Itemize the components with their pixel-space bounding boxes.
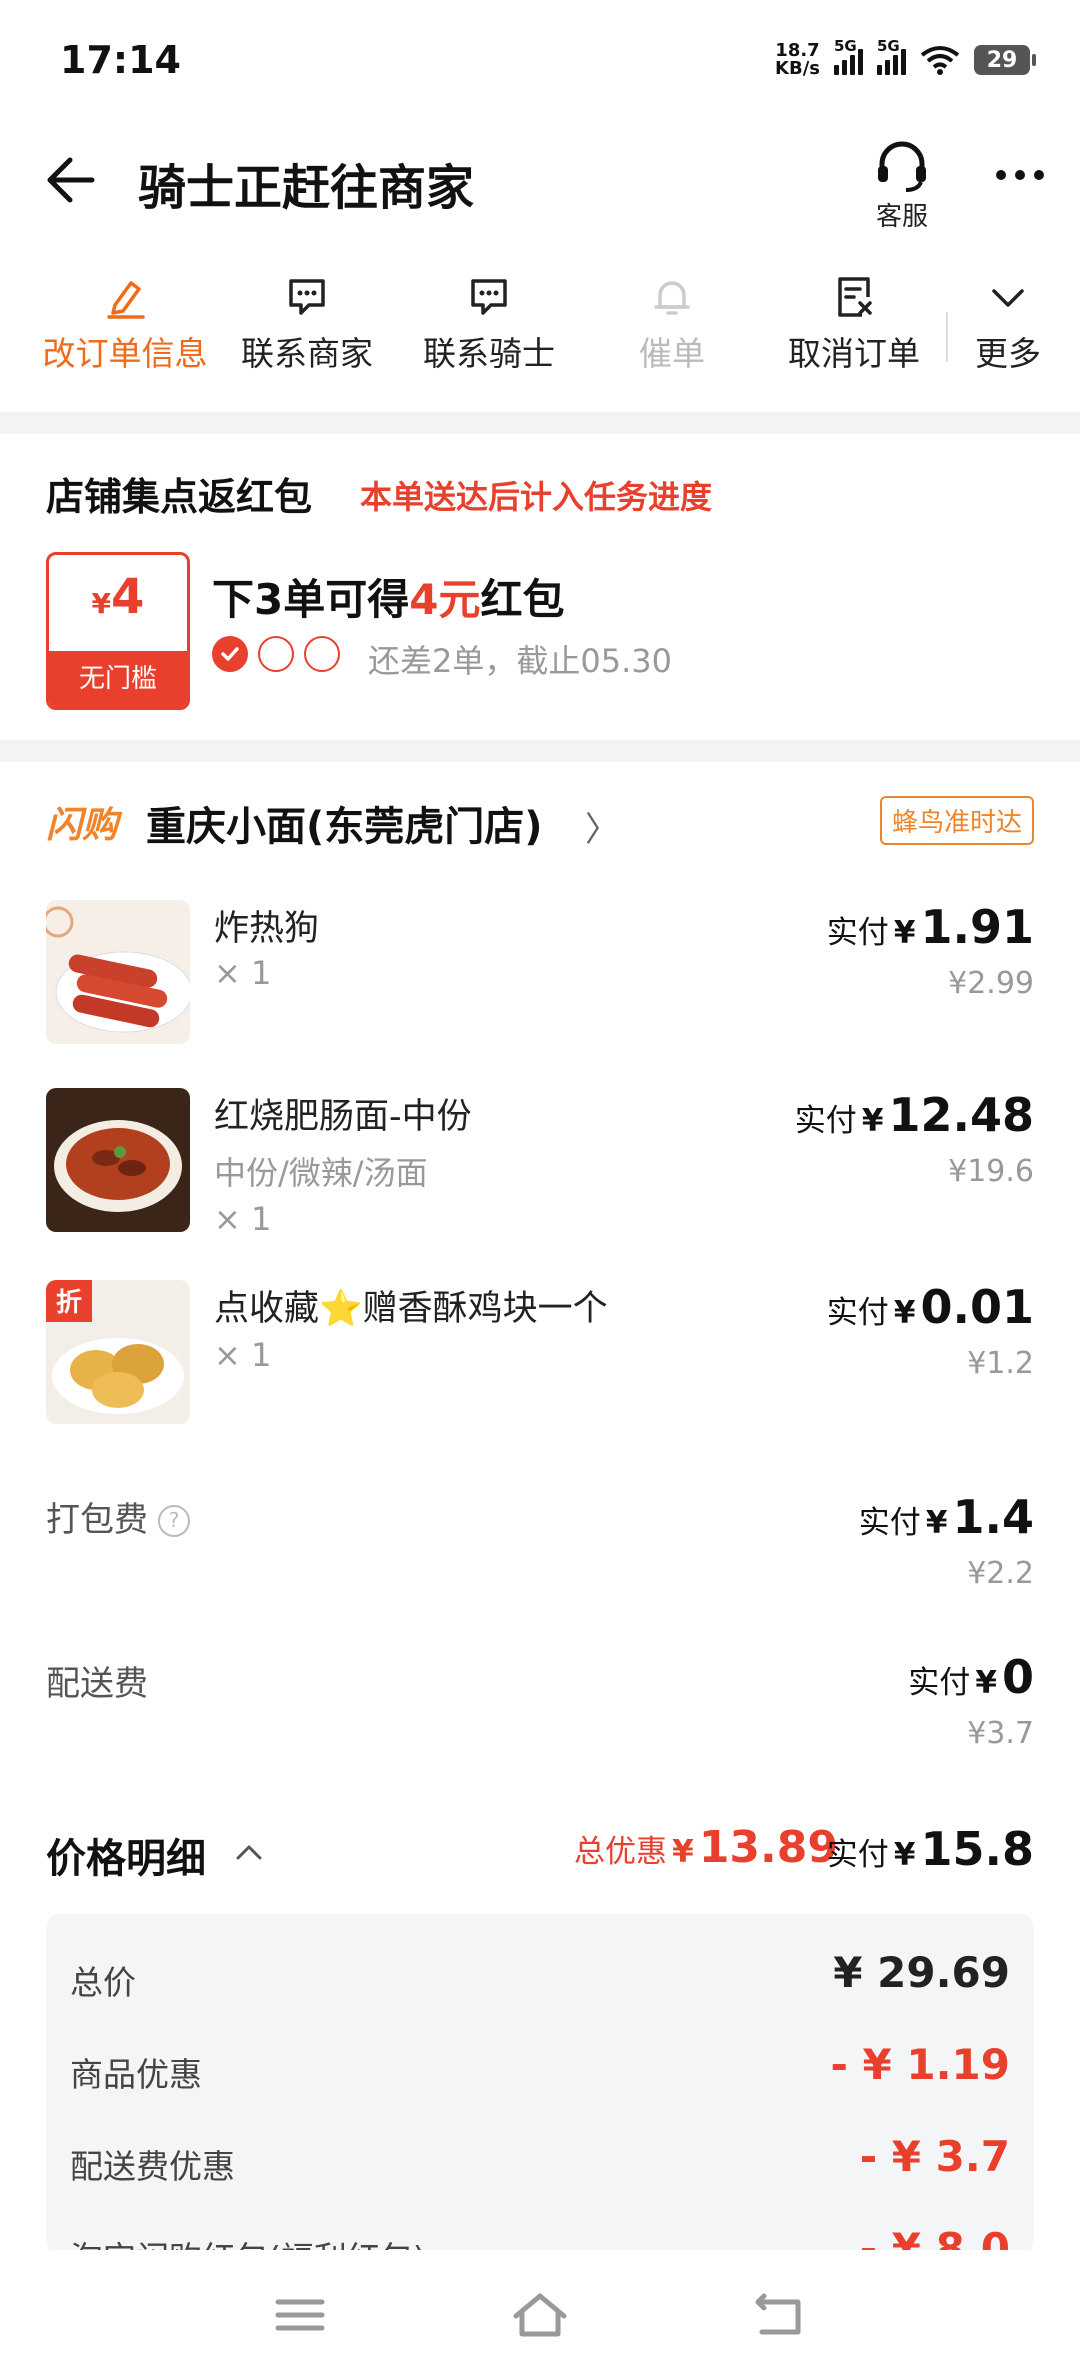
item-spec: 中份/微辣/汤面 bbox=[214, 1154, 428, 1192]
delivery-fee-paid: 实付 ¥ 0 bbox=[908, 1650, 1034, 1704]
price-row-label: 总价 bbox=[70, 1963, 136, 2002]
item-original-price: ¥19.6 bbox=[948, 1154, 1034, 1189]
shop-tag: 闪购 bbox=[46, 805, 119, 846]
status-time: 17:14 bbox=[60, 38, 181, 82]
battery-icon: 29 bbox=[974, 45, 1036, 75]
discount-tag: 折 bbox=[56, 1288, 82, 1318]
progress-done-icon bbox=[212, 636, 248, 672]
signal-icon-2: 5G bbox=[877, 37, 906, 75]
item-name: 点收藏⭐赠香酥鸡块一个 bbox=[214, 1289, 608, 1329]
contact-merchant-button[interactable]: 联系商家 bbox=[217, 275, 397, 375]
packing-fee-label: 打包费? bbox=[46, 1492, 190, 1541]
delivery-fee-original: ¥3.7 bbox=[967, 1716, 1034, 1751]
red-packet-subtitle: 本单送达后计入任务进度 bbox=[360, 478, 713, 516]
packing-fee-paid: 实付 ¥ 1.4 bbox=[858, 1490, 1034, 1544]
item-name: 红烧肥肠面-中份 bbox=[214, 1097, 472, 1137]
price-row-value: - ¥ 3.7 bbox=[859, 2132, 1010, 2181]
total-paid: 实付 ¥ 15.8 bbox=[826, 1822, 1034, 1876]
divider bbox=[946, 312, 948, 362]
item-name: 炸热狗 bbox=[214, 909, 320, 949]
chevron-right-icon[interactable]: 〉 bbox=[585, 802, 619, 851]
system-nav-bar bbox=[0, 2250, 1080, 2376]
menu-icon[interactable] bbox=[270, 2290, 330, 2340]
edit-icon bbox=[107, 281, 145, 319]
item-qty: × 1 bbox=[214, 954, 272, 992]
packing-fee-original: ¥2.2 bbox=[967, 1556, 1034, 1591]
home-icon[interactable] bbox=[510, 2290, 570, 2340]
item-original-price: ¥1.2 bbox=[967, 1346, 1034, 1381]
customer-service-button[interactable]: 客服 bbox=[862, 140, 942, 233]
help-icon[interactable]: ? bbox=[158, 1505, 190, 1537]
item-paid-price: 实付 ¥ 0.01 bbox=[826, 1280, 1034, 1334]
progress-empty-icon bbox=[304, 636, 340, 672]
item-qty: × 1 bbox=[214, 1200, 272, 1238]
red-packet-progress bbox=[212, 636, 340, 672]
price-row-value: - ¥ 1.19 bbox=[830, 2040, 1010, 2089]
item-original-price: ¥2.99 bbox=[948, 966, 1034, 1001]
item-qty: × 1 bbox=[214, 1336, 272, 1374]
item-paid-price: 实付 ¥ 12.48 bbox=[794, 1088, 1034, 1142]
more-actions-button[interactable]: 更多 bbox=[918, 275, 1080, 375]
chat-icon bbox=[289, 279, 325, 315]
page-title: 骑士正赶往商家 bbox=[138, 160, 475, 216]
price-row-value: ¥ 29.69 bbox=[833, 1948, 1010, 1997]
progress-empty-icon bbox=[258, 636, 294, 672]
price-row-label: 商品优惠 bbox=[70, 2055, 202, 2094]
item-image[interactable] bbox=[46, 900, 190, 1044]
contact-rider-button[interactable]: 联系骑士 bbox=[399, 275, 579, 375]
back-icon[interactable] bbox=[750, 2290, 810, 2340]
red-packet-title: 店铺集点返红包 bbox=[46, 475, 313, 519]
net-speed: 18.7 KB/s bbox=[775, 40, 820, 79]
price-row-label: 配送费优惠 bbox=[70, 2147, 235, 2186]
edit-order-button[interactable]: 改订单信息 bbox=[35, 275, 215, 375]
price-detail-title[interactable]: 价格明细 bbox=[46, 1826, 206, 1884]
section-gap bbox=[0, 412, 1080, 434]
more-options-icon[interactable] bbox=[996, 170, 1044, 180]
delivery-badge: 蜂鸟准时达 bbox=[879, 796, 1034, 845]
back-arrow-icon[interactable] bbox=[40, 150, 100, 210]
headset-icon bbox=[878, 141, 926, 192]
cancel-order-icon bbox=[838, 277, 872, 317]
order-actions: 改订单信息 联系商家 联系骑士 催单 取消订单 更多 bbox=[0, 275, 1080, 395]
chevron-down-icon bbox=[992, 289, 1024, 307]
red-packet-coupon[interactable]: ¥4 无门槛 bbox=[46, 552, 190, 710]
chevron-up-icon[interactable] bbox=[234, 1840, 264, 1864]
total-discount: 总优惠 ¥ 13.89 bbox=[574, 1822, 838, 1873]
shop-name-link[interactable]: 重庆小面(东莞虎门店) bbox=[146, 794, 543, 852]
item-paid-price: 实付 ¥ 1.91 bbox=[826, 900, 1034, 954]
item-image[interactable] bbox=[46, 1088, 190, 1232]
cancel-order-button[interactable]: 取消订单 bbox=[764, 275, 944, 375]
chat-icon bbox=[471, 279, 507, 315]
section-gap bbox=[0, 740, 1080, 762]
signal-icon: 5G bbox=[834, 37, 863, 75]
delivery-fee-label: 配送费 bbox=[46, 1664, 148, 1704]
item-image[interactable]: 折 bbox=[46, 1280, 190, 1424]
red-packet-progress-text: 下3单可得4元红包 bbox=[212, 575, 565, 624]
bell-icon bbox=[654, 281, 690, 315]
status-bar-right: 18.7 KB/s 5G 5G 29 bbox=[775, 37, 1036, 79]
urge-order-button[interactable]: 催单 bbox=[582, 275, 762, 375]
red-packet-note: 还差2单，截止05.30 bbox=[368, 642, 672, 680]
wifi-icon bbox=[920, 46, 960, 75]
